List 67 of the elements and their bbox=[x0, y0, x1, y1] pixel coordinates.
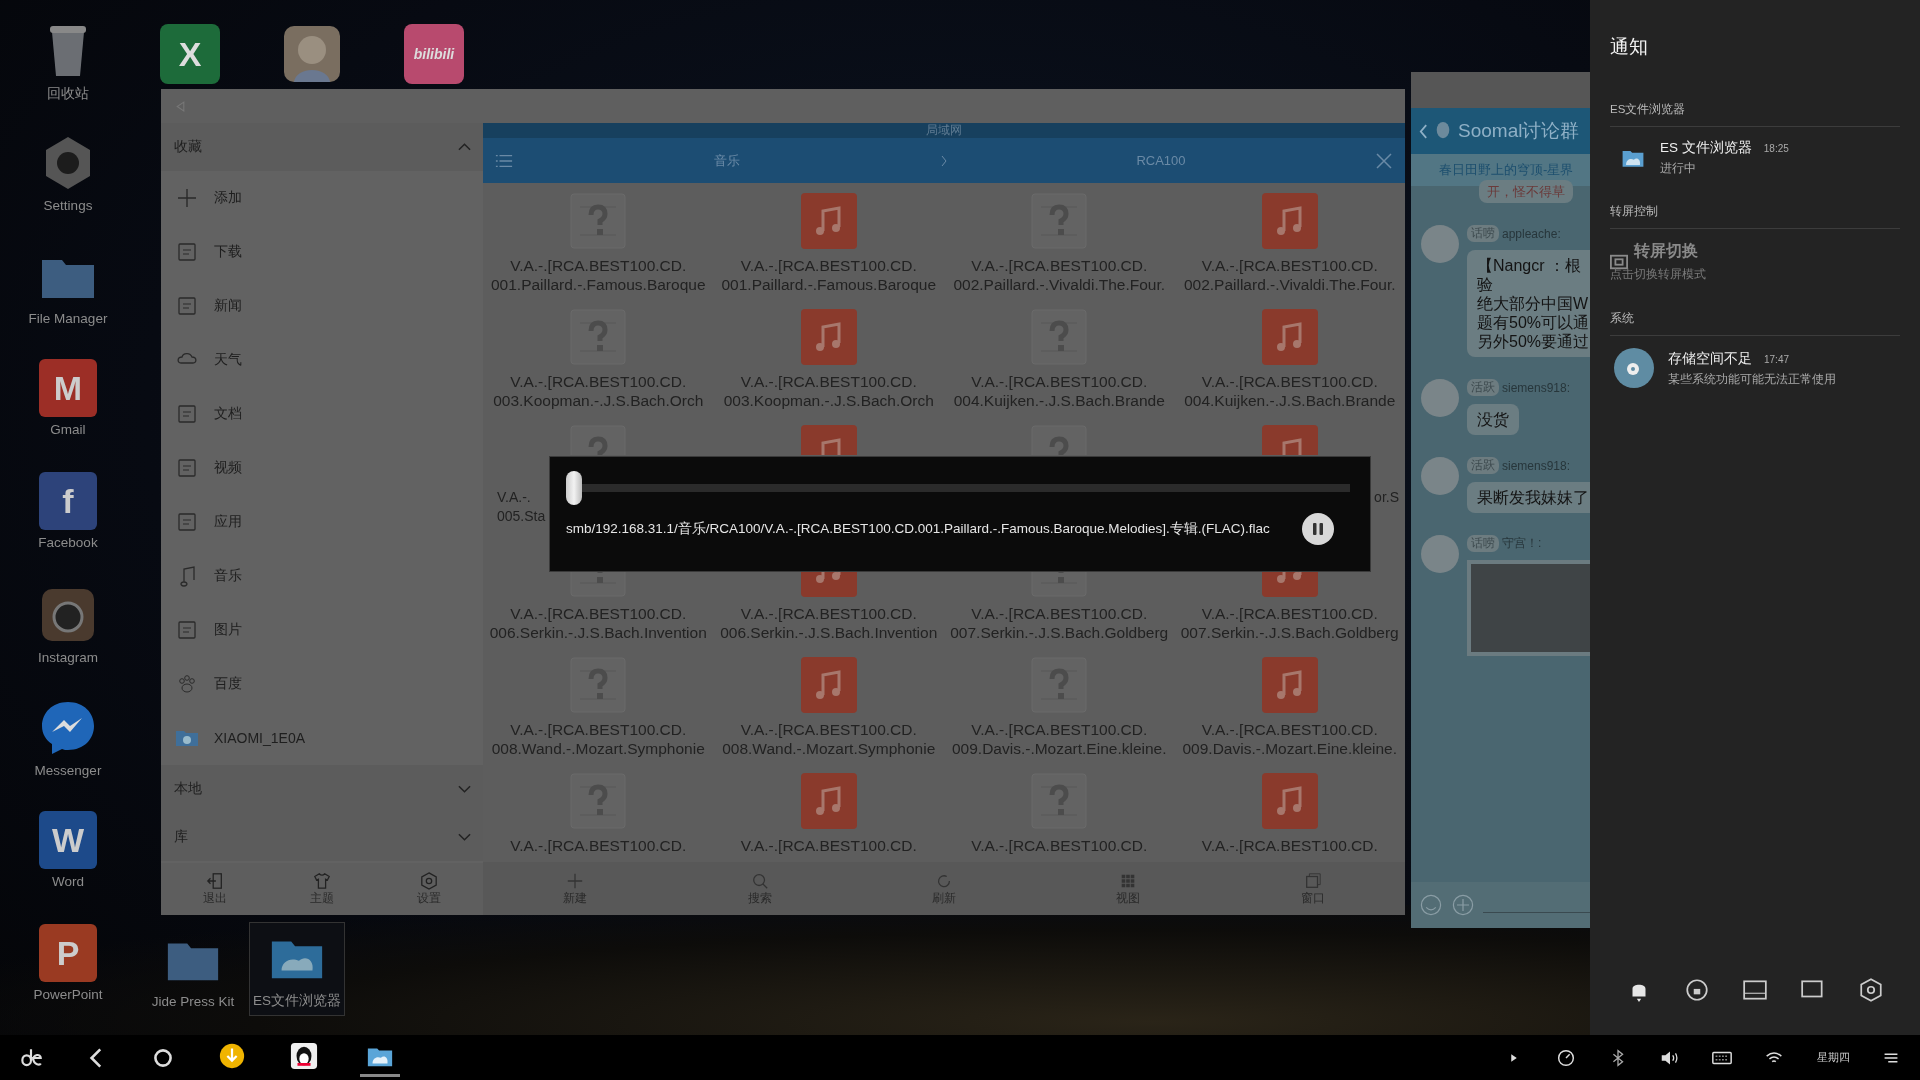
message-bubble: 果断发我妹妹了 bbox=[1467, 482, 1591, 513]
file-name: V.A.-.[RCA.BEST100.CD. 004.Kuijken.-.J.S.Bach.Brande bbox=[952, 372, 1166, 410]
desktop-icon-label: Word bbox=[52, 874, 84, 889]
item-label: 图片 bbox=[214, 621, 242, 639]
desktop-icon-label: PowerPoint bbox=[33, 987, 103, 1002]
notification-title: ES 文件浏览器 bbox=[1660, 139, 1752, 157]
file-name: V.A.-.[RCA.BEST100.CD. 002.Paillard.-.Vivaldi.The.Four. bbox=[1182, 256, 1397, 294]
file-name: V.A.-.[RCA.BEST100.CD. 006.Serkin.-.J.S.Bach.Invention bbox=[719, 604, 939, 642]
file-name: V.A.-.[RCA.BEST100.CD. 004.Kuijken.-.J.S.Bach.Brande bbox=[1183, 372, 1397, 410]
group-header: 系统 bbox=[1610, 311, 1900, 336]
panel-title: 通知 bbox=[1610, 35, 1649, 59]
message-bubble: 开，怪不得草 bbox=[1479, 180, 1573, 203]
notification-text: 进行中 bbox=[1660, 161, 1697, 176]
file-name: V.A.-.[RCA.BEST100.CD. bbox=[970, 836, 1149, 855]
file-name: V.A.-.[RCA.BEST100.CD. bbox=[1200, 836, 1379, 855]
file-path: smb/192.168.31.1/音乐/RCA100/V.A.-.[RCA.BEST100.CD.001.Paillard.-.Famous.Baroque.Melodies].专辑.(FLAC).flac bbox=[566, 520, 1270, 538]
desktop-icon-label: File Manager bbox=[28, 311, 108, 326]
section-title: 本地 bbox=[174, 780, 202, 798]
item-label: 应用 bbox=[214, 513, 242, 531]
section-title: 库 bbox=[174, 828, 188, 846]
notification-time: 17:47 bbox=[1764, 353, 1790, 365]
item-label: 天气 bbox=[214, 351, 242, 369]
message-bubble: 没货 bbox=[1467, 404, 1519, 435]
file-name: V.A.-.[RCA.BEST100.CD. 001.Paillard.-.Famous.Baroque bbox=[720, 256, 937, 294]
shortcut-label: Jide Press Kit bbox=[151, 993, 235, 1009]
file-name: V.A.-.[RCA.BEST100.CD. 006.Serkin.-.J.S.Bach.Invention bbox=[488, 604, 708, 642]
file-name: V.A.-.[RCA.BEST100.CD. 002.Paillard.-.Vivaldi.The.Four. bbox=[952, 256, 1167, 294]
notification-title: 存储空间不足 bbox=[1668, 349, 1752, 368]
file-name: V.A.-.[RCA.BEST100.CD. 003.Koopman.-.J.S.Bach.Orch bbox=[722, 372, 935, 410]
location-label: 局域网 bbox=[926, 123, 962, 138]
chat-title: Soomal讨论群 bbox=[1458, 119, 1580, 143]
item-label: 百度 bbox=[214, 675, 242, 693]
item-label: 下载 bbox=[214, 243, 242, 261]
notification-text: 某些系统功能可能无法正常使用 bbox=[1668, 371, 1836, 387]
notification-text: 点击切换转屏模式 bbox=[1610, 266, 1706, 283]
notification-time: 18:25 bbox=[1763, 143, 1789, 154]
desktop-icon-label: Facebook bbox=[38, 535, 98, 550]
weekday-label: 星期四 bbox=[1817, 1050, 1850, 1065]
file-name: V.A.-.[RCA.BEST100.CD. 009.Davis.-.Mozart.Eine.kleine. bbox=[951, 720, 1168, 758]
item-label: 视频 bbox=[214, 459, 242, 477]
notification-title: 转屏切换 bbox=[1634, 241, 1698, 261]
group-header: ES文件浏览器 bbox=[1610, 102, 1900, 127]
desktop-icon-label: Instagram bbox=[38, 650, 98, 665]
file-name: V.A.-.[RCA.BEST100.CD. 003.Koopman.-.J.S.Bach.Orch bbox=[492, 372, 705, 410]
desktop-icon-label: Messenger bbox=[34, 763, 102, 778]
group-header: 转屏控制 bbox=[1610, 204, 1900, 229]
file-name: V.A.-.[RCA.BEST100.CD. 009.Davis.-.Mozart.Eine.kleine. bbox=[1181, 720, 1398, 758]
file-name: V.A.-.[RCA.BEST100.CD. 001.Paillard.-.Famous.Baroque bbox=[489, 256, 707, 294]
message-bubble: 【Nangcr ：根 验 绝大部分中国W 题有50%可以通 另外50%要通过 bbox=[1467, 250, 1591, 357]
desktop-icon-label: Settings bbox=[43, 198, 93, 213]
file-name: V.A.-.[RCA.BEST100.CD. 008.Wand.-.Mozart.Symphonie bbox=[490, 720, 706, 758]
item-label: 添加 bbox=[214, 189, 242, 207]
desktop-icon-label: Gmail bbox=[50, 422, 86, 437]
file-name: V.A.-.[RCA.BEST100.CD. 008.Wand.-.Mozart.Symphonie bbox=[721, 720, 937, 758]
item-label: 文档 bbox=[214, 405, 242, 423]
item-label: XIAOMI_1E0A bbox=[214, 730, 306, 746]
file-name: V.A.-.[RCA.BEST100.CD. bbox=[509, 836, 688, 855]
desktop-icon-label: 回收站 bbox=[47, 85, 89, 103]
file-name: V.A.-. 005.Sta bbox=[496, 488, 547, 526]
file-name: or.S bbox=[1373, 488, 1400, 507]
item-label: 音乐 bbox=[214, 567, 242, 585]
file-name: V.A.-.[RCA.BEST100.CD. bbox=[739, 836, 918, 855]
file-name: V.A.-.[RCA.BEST100.CD. 007.Serkin.-.J.S.Bach.Goldberg bbox=[1179, 604, 1400, 642]
shortcut-label: ES文件浏览器 bbox=[253, 992, 341, 1010]
item-label: 新闻 bbox=[214, 297, 242, 315]
section-title: 收藏 bbox=[174, 138, 202, 156]
file-name: V.A.-.[RCA.BEST100.CD. 007.Serkin.-.J.S.Bach.Goldberg bbox=[949, 604, 1170, 642]
